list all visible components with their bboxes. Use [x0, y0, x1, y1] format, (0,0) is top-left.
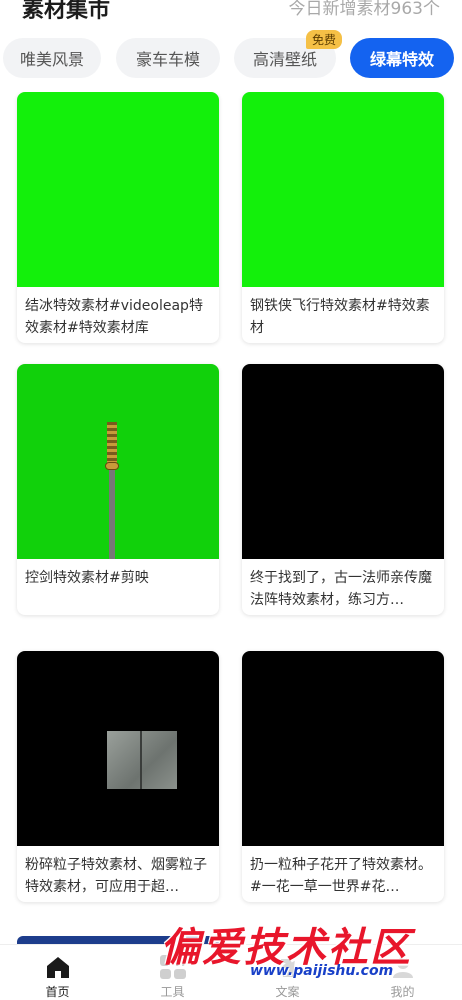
card-caption: 扔一粒种子花开了特效素材。#一花一草一世界#花…: [250, 857, 432, 895]
tab-wallpapers[interactable]: 高清壁纸 免费: [234, 30, 342, 78]
card-caption: 终于找到了，古一法师亲传魔法阵特效素材，练习方…: [250, 570, 432, 608]
material-card[interactable]: 扔一粒种子花开了特效素材。#一花一草一世界#花…: [242, 651, 444, 902]
tabbar-home[interactable]: 首页: [0, 945, 115, 1000]
tab-cars[interactable]: 豪车车模: [116, 38, 220, 78]
watermark: 偏爱技术社区 www.paijishu.com: [160, 915, 460, 985]
tab-label: 豪车车模: [135, 50, 200, 69]
tab-label: 高清壁纸: [252, 50, 317, 69]
thumbnail: [242, 364, 444, 559]
daily-new-count: 今日新增素材963个: [288, 0, 440, 19]
card-caption: 结冰特效素材#videoleap特效素材#特效素材库: [25, 298, 203, 336]
watermark-url: www.paijishu.com: [250, 963, 394, 979]
thumbnail: [17, 651, 219, 846]
page-title: 素材集市: [22, 0, 111, 23]
material-card[interactable]: 终于找到了，古一法师亲传魔法阵特效素材，练习方…: [242, 364, 444, 615]
tab-green-screen[interactable]: 绿幕特效: [350, 38, 454, 78]
category-tabs: 唯美风景 豪车车模 高清壁纸 免费 绿幕特效: [0, 30, 462, 80]
free-badge: 免费: [305, 30, 342, 49]
stone-slab-image: [107, 731, 177, 789]
card-caption: 钢铁侠飞行特效素材#特效素材: [250, 298, 430, 336]
tabbar-label: 首页: [45, 985, 70, 999]
card-caption: 粉碎粒子特效素材、烟雾粒子特效素材，可应用于超…: [25, 857, 207, 895]
tab-label: 绿幕特效: [369, 50, 434, 69]
tab-label: 唯美风景: [19, 50, 84, 69]
header: 素材集市 今日新增素材963个: [0, 0, 462, 28]
sword-image: [105, 422, 119, 559]
card-caption: 控剑特效素材#剪映: [25, 570, 149, 586]
home-icon: [46, 957, 69, 978]
material-card[interactable]: 结冰特效素材#videoleap特效素材#特效素材库: [17, 92, 219, 343]
thumbnail: [242, 651, 444, 846]
tabbar-label: 工具: [160, 985, 185, 999]
tabbar-label: 文案: [275, 985, 300, 999]
tabbar-label: 我的: [390, 985, 415, 999]
tab-scenery[interactable]: 唯美风景: [3, 38, 101, 78]
material-card[interactable]: 粉碎粒子特效素材、烟雾粒子特效素材，可应用于超…: [17, 651, 219, 902]
thumbnail: [17, 364, 219, 559]
thumbnail: [17, 92, 219, 287]
thumbnail: [242, 92, 444, 287]
material-grid[interactable]: 结冰特效素材#videoleap特效素材#特效素材库 钢铁侠飞行特效素材#特效素…: [0, 92, 462, 942]
material-card[interactable]: 钢铁侠飞行特效素材#特效素材: [242, 92, 444, 343]
material-card[interactable]: 控剑特效素材#剪映: [17, 364, 219, 615]
